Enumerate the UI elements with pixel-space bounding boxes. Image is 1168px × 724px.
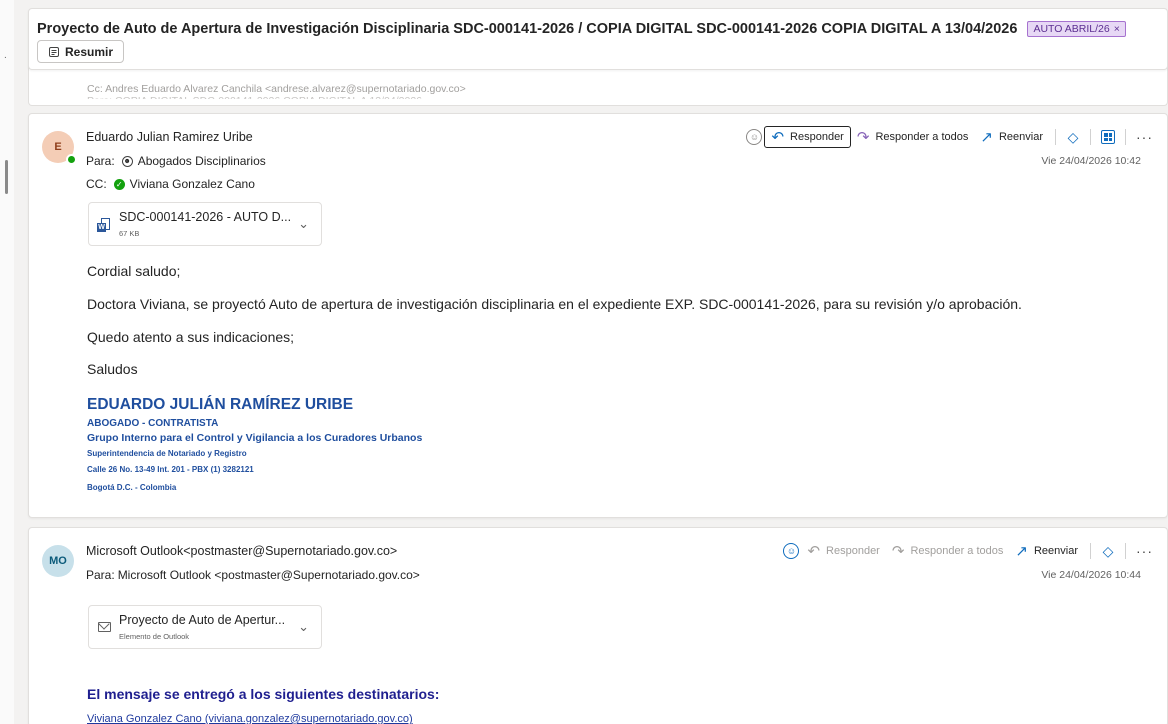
signature-name: EDUARDO JULIÁN RAMÍREZ URIBE	[87, 396, 354, 413]
apps-grid-icon[interactable]	[1097, 126, 1119, 148]
forward-arrow-icon: ↗	[980, 128, 993, 146]
tag-icon[interactable]: ◇	[1097, 540, 1119, 562]
divider	[1125, 543, 1126, 559]
chevron-down-icon[interactable]: ⌄	[298, 216, 309, 232]
react-emoji-icon[interactable]: ☺	[783, 543, 800, 559]
avatar[interactable]: E	[42, 131, 77, 165]
collapsed-cc: Cc: Andres Eduardo Alvarez Canchila <and…	[87, 83, 466, 95]
forward-button[interactable]: ↗ Reenviar	[1009, 540, 1084, 562]
message-card: E Eduardo Julian Ramirez Uribe Para: ☻ A…	[28, 113, 1168, 518]
reply-all-icon: ↷	[891, 542, 905, 560]
cc-recipient[interactable]: Viviana Gonzalez Cano	[130, 177, 255, 191]
react-emoji-icon[interactable]: ☺	[746, 129, 763, 145]
more-options-icon[interactable]: ···	[1132, 543, 1157, 559]
forward-button[interactable]: ↗ Reenviar	[974, 126, 1049, 148]
top-edge	[1128, 0, 1168, 8]
category-tag[interactable]: AUTO ABRIL/26 ×	[1027, 21, 1126, 37]
subject-header: Proyecto de Auto de Apertura de Investig…	[28, 8, 1168, 70]
summarize-label: Resumir	[65, 44, 114, 59]
signature-address: Calle 26 No. 13-49 Int. 201 - PBX (1) 32…	[87, 465, 254, 474]
delivery-recipient-link[interactable]: Viviana Gonzalez Cano (viviana.gonzalez@…	[87, 713, 413, 724]
sender-name[interactable]: Microsoft Outlook<postmaster@Supernotari…	[86, 544, 397, 558]
attachment-size: 67 KB	[119, 229, 140, 238]
forward-arrow-icon: ↗	[1015, 542, 1028, 560]
left-gutter: .	[0, 0, 14, 724]
divider	[1055, 129, 1056, 145]
presence-available-icon	[66, 154, 77, 165]
message-actions: ☺ ↶ Responder ↷ Responder a todos ↗ Reen…	[746, 125, 1157, 149]
collapsed-preview: Para: COPIA DIGITAL SDC-000141-2026 COPI…	[87, 95, 422, 99]
attachment-type: Elemento de Outlook	[119, 632, 190, 641]
divider	[1090, 129, 1091, 145]
body-paragraph: Doctora Viviana, se proyectó Auto de ape…	[87, 296, 1022, 312]
reply-all-label: Responder a todos	[875, 131, 969, 143]
more-options-icon[interactable]: ···	[1132, 129, 1157, 145]
to-label: Para:	[86, 154, 115, 168]
mail-item-icon	[98, 622, 111, 632]
reply-label: Responder	[790, 131, 844, 143]
to-recipient[interactable]: Abogados Disciplinarios	[138, 154, 266, 168]
forward-label: Reenviar	[998, 131, 1043, 143]
subject-title: Proyecto de Auto de Apertura de Investig…	[37, 21, 1126, 37]
signature-entity: Superintendencia de Notariado y Registro	[87, 449, 247, 458]
gutter-marker: .	[4, 50, 7, 61]
attachment-card[interactable]: Proyecto de Auto de Apertur... Elemento …	[88, 605, 322, 649]
presence-check-icon: ✓	[113, 178, 125, 190]
cc-line: CC: ✓ Viviana Gonzalez Cano	[86, 177, 255, 191]
divider	[1090, 543, 1091, 559]
summary-icon	[49, 46, 59, 57]
avatar[interactable]: MO	[42, 545, 74, 577]
cc-label: CC:	[86, 177, 107, 191]
reply-all-icon: ↷	[856, 128, 870, 146]
reply-arrow-icon: ↶	[807, 542, 821, 560]
message-card: MO Microsoft Outlook<postmaster@Supernot…	[28, 527, 1168, 724]
attachment-name: SDC-000141-2026 - AUTO D...	[119, 210, 292, 224]
to-recipient[interactable]: Microsoft Outlook <postmaster@Supernotar…	[118, 568, 420, 582]
reply-all-button[interactable]: ↷ Responder a todos	[886, 540, 1010, 562]
message-date: Vie 24/04/2026 10:42	[1041, 155, 1141, 167]
attachment-card[interactable]: W SDC-000141-2026 - AUTO D... 67 KB ⌄	[88, 202, 322, 246]
sender-name[interactable]: Eduardo Julian Ramirez Uribe	[86, 130, 253, 144]
to-line: Para: Microsoft Outlook <postmaster@Supe…	[86, 568, 420, 582]
reply-button[interactable]: ↶ Responder	[801, 540, 885, 562]
collapsed-message[interactable]: Cc: Andres Eduardo Alvarez Canchila <and…	[28, 64, 1168, 106]
body-paragraph: Cordial saludo;	[87, 263, 181, 279]
reply-all-label: Responder a todos	[910, 545, 1004, 557]
splitter-handle[interactable]	[5, 160, 8, 194]
chevron-down-icon[interactable]: ⌄	[298, 619, 309, 635]
signature-city: Bogotá D.C. - Colombia	[87, 483, 177, 492]
category-remove-icon[interactable]: ×	[1114, 23, 1120, 35]
reply-arrow-icon: ↶	[771, 128, 785, 146]
avatar-initials: MO	[49, 555, 67, 567]
to-label: Para:	[86, 568, 115, 582]
subject-text: Proyecto de Auto de Apertura de Investig…	[37, 21, 1018, 37]
signature-group: Grupo Interno para el Control y Vigilanc…	[87, 432, 423, 444]
attachment-name: Proyecto de Auto de Apertur...	[119, 613, 286, 627]
body-paragraph: Quedo atento a sus indicaciones;	[87, 329, 295, 345]
reply-label: Responder	[826, 545, 880, 557]
message-date: Vie 24/04/2026 10:44	[1041, 569, 1141, 581]
divider	[1125, 129, 1126, 145]
delivery-heading: El mensaje se entregó a los siguientes d…	[87, 686, 440, 702]
to-line: Para: ☻ Abogados Disciplinarios	[86, 154, 266, 168]
avatar-initials: E	[54, 141, 62, 153]
forward-label: Reenviar	[1033, 545, 1078, 557]
summarize-button[interactable]: Resumir	[37, 40, 125, 63]
group-icon: ☻	[121, 155, 133, 167]
body-paragraph: Saludos	[87, 361, 138, 377]
category-tag-label: AUTO ABRIL/26	[1033, 23, 1110, 35]
word-doc-icon: W	[97, 218, 110, 232]
reply-button[interactable]: ↶ Responder	[764, 126, 851, 148]
message-actions: ☺ ↶ Responder ↷ Responder a todos ↗ Reen…	[783, 539, 1157, 563]
reply-all-button[interactable]: ↷ Responder a todos	[851, 126, 975, 148]
signature-role: ABOGADO - CONTRATISTA	[87, 418, 219, 429]
tag-icon[interactable]: ◇	[1062, 126, 1084, 148]
